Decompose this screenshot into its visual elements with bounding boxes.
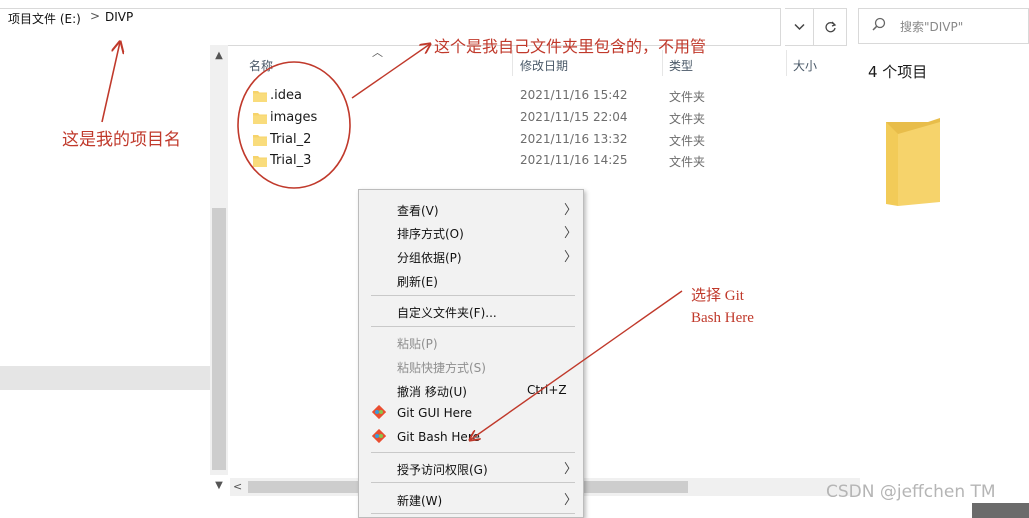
file-modified: 2021/11/16 15:42 <box>520 88 628 102</box>
submenu-arrow-icon: 〉 <box>564 493 578 508</box>
file-name: Trial_3 <box>270 153 312 168</box>
menu-item-git-gui[interactable]: Git GUI Here <box>397 406 472 420</box>
chevron-down-icon <box>793 23 805 31</box>
watermark: CSDN @jeffchen TM <box>826 482 996 502</box>
menu-item-give-access[interactable]: 授予访问权限(G) <box>397 461 488 478</box>
folder-preview-icon <box>886 118 940 206</box>
folder-icon <box>253 113 267 124</box>
annotation-project-name: 这是我的项目名 <box>62 130 181 150</box>
search-icon <box>872 17 886 31</box>
annotation-select-line2: Bash Here <box>691 310 754 326</box>
scroll-left-icon[interactable]: < <box>233 480 242 493</box>
menu-item-view[interactable]: 查看(V) <box>397 202 439 219</box>
folder-icon <box>253 91 267 102</box>
annotation-select-line1: 选择 Git <box>691 288 744 304</box>
breadcrumb-separator: > <box>90 9 101 23</box>
menu-separator <box>371 513 575 514</box>
file-row[interactable]: Trial_3 2021/11/16 14:25 文件夹 <box>250 150 780 172</box>
scroll-down-icon[interactable]: ▼ <box>212 480 226 494</box>
refresh-button[interactable] <box>813 8 847 46</box>
folder-icon <box>253 156 267 167</box>
file-name: Trial_2 <box>270 132 312 147</box>
file-name: .idea <box>270 88 302 103</box>
search-input[interactable]: 搜索"DIVP" <box>900 18 963 35</box>
breadcrumb-drive[interactable]: 项目文件 (E:) <box>8 10 81 27</box>
file-type: 文件夹 <box>669 112 706 126</box>
annotation-select-git-bash: 选择 Git Bash Here <box>691 285 801 329</box>
menu-item-git-bash[interactable]: Git Bash Here <box>397 430 480 444</box>
menu-item-refresh[interactable]: 刷新(E) <box>397 273 438 290</box>
menu-item-customize-folder[interactable]: 自定义文件夹(F)... <box>397 304 497 321</box>
menu-item-paste[interactable]: 粘贴(P) <box>397 335 438 352</box>
column-header-name[interactable]: 名称 <box>249 57 273 74</box>
refresh-icon <box>824 21 836 32</box>
menu-separator <box>371 295 575 296</box>
menu-item-new[interactable]: 新建(W) <box>397 492 442 509</box>
file-modified: 2021/11/15 22:04 <box>520 110 628 124</box>
undo-shortcut: Ctrl+Z <box>527 383 567 397</box>
menu-separator <box>371 452 575 453</box>
context-menu: 查看(V) 〉 排序方式(O) 〉 分组依据(P) 〉 刷新(E) 自定义文件夹… <box>358 189 584 518</box>
file-row[interactable]: .idea 2021/11/16 15:42 文件夹 <box>250 85 780 107</box>
file-type: 文件夹 <box>669 155 706 169</box>
file-row[interactable]: images 2021/11/15 22:04 文件夹 <box>250 107 780 129</box>
menu-item-group[interactable]: 分组依据(P) <box>397 249 462 266</box>
nav-scroll-thumb[interactable] <box>212 208 226 470</box>
annotation-folder-note: 这个是我自己文件夹里包含的，不用管 <box>434 37 707 56</box>
scroll-up-icon[interactable]: ▲ <box>212 50 226 64</box>
menu-separator <box>371 482 575 483</box>
menu-item-undo-move[interactable]: 撤消 移动(U) <box>397 383 467 400</box>
git-gui-icon <box>372 405 386 419</box>
submenu-arrow-icon: 〉 <box>564 203 578 218</box>
file-modified: 2021/11/16 14:25 <box>520 153 628 167</box>
submenu-arrow-icon: 〉 <box>564 226 578 241</box>
navigation-pane[interactable] <box>0 45 210 518</box>
nav-selected-item[interactable] <box>0 366 210 390</box>
column-header-type[interactable]: 类型 <box>669 57 693 74</box>
breadcrumb-folder[interactable]: DIVP <box>105 10 133 24</box>
address-dropdown-button[interactable] <box>785 8 814 46</box>
file-type: 文件夹 <box>669 134 706 148</box>
item-count: 4 个项目 <box>868 63 928 81</box>
status-corner <box>972 503 1029 518</box>
menu-separator <box>371 326 575 327</box>
file-row[interactable]: Trial_2 2021/11/16 13:32 文件夹 <box>250 129 780 151</box>
file-type: 文件夹 <box>669 90 706 104</box>
column-header-size[interactable]: 大小 <box>793 57 817 74</box>
column-divider[interactable] <box>786 50 787 76</box>
git-bash-icon <box>372 429 386 443</box>
menu-item-sort[interactable]: 排序方式(O) <box>397 225 464 242</box>
submenu-arrow-icon: 〉 <box>564 250 578 265</box>
folder-icon <box>253 135 267 146</box>
file-name: images <box>270 110 318 125</box>
file-modified: 2021/11/16 13:32 <box>520 132 628 146</box>
menu-item-paste-shortcut[interactable]: 粘贴快捷方式(S) <box>397 359 486 376</box>
sort-ascending-icon: ︿ <box>372 46 383 59</box>
column-header-modified[interactable]: 修改日期 <box>520 57 568 74</box>
submenu-arrow-icon: 〉 <box>564 462 578 477</box>
